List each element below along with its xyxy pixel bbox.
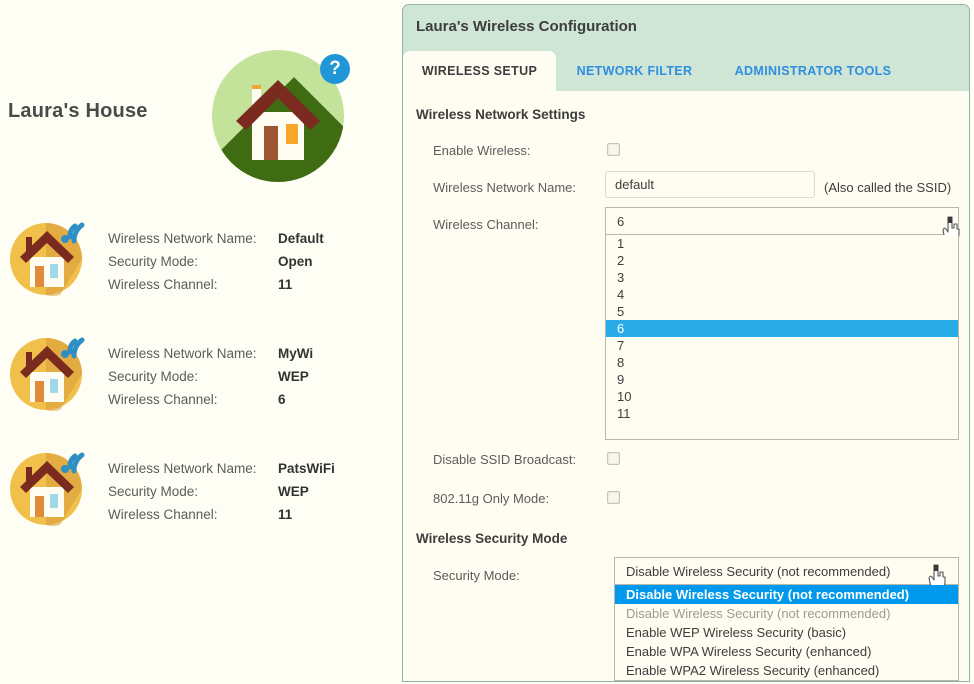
label-disable-ssid-broadcast: Disable SSID Broadcast:	[433, 452, 576, 467]
dropdown-option-channel-7[interactable]: 7	[606, 337, 958, 354]
table-row: Security Mode: WEP	[108, 480, 335, 503]
label-wireless-channel: Wireless Channel:	[108, 392, 278, 407]
panel-header: Laura's Wireless Configuration	[403, 5, 969, 51]
app-root: Laura's House ?	[0, 0, 974, 684]
table-row: Security Mode: Open	[108, 250, 324, 273]
label-security-mode: Security Mode:	[108, 254, 278, 269]
dropdown-option-channel-3[interactable]: 3	[606, 269, 958, 286]
value-wireless-network-name: MyWi	[278, 346, 313, 361]
value-wireless-channel: 11	[278, 507, 292, 522]
select-wireless-channel[interactable]: 6	[605, 207, 959, 235]
label-wireless-channel: Wireless Channel:	[108, 277, 278, 292]
table-row: Wireless Channel: 11	[108, 503, 335, 526]
house-green-circle-icon: ?	[212, 50, 348, 186]
house-wifi-icon	[2, 439, 98, 531]
wireless-configuration-panel: Laura's Wireless Configuration WIRELESS …	[402, 4, 970, 682]
page-title: Laura's House	[8, 100, 208, 123]
table-row: Wireless Network Name: Default	[108, 227, 324, 250]
list-item[interactable]: Wireless Network Name: PatsWiFi Security…	[0, 435, 400, 539]
table-row: Wireless Channel: 6	[108, 388, 313, 411]
table-row: Wireless Network Name: PatsWiFi	[108, 457, 335, 480]
tab-network-filter[interactable]: NETWORK FILTER	[556, 51, 713, 91]
table-row: Wireless Network Name: MyWi	[108, 342, 313, 365]
value-wireless-network-name: PatsWiFi	[278, 461, 335, 476]
label-enable-wireless: Enable Wireless:	[433, 143, 531, 158]
dropdown-option-security-4[interactable]: Enable WPA2 Wireless Security (enhanced)	[615, 661, 958, 680]
label-security-mode: Security Mode:	[108, 484, 278, 499]
label-wireless-network-name: Wireless Network Name:	[108, 346, 278, 361]
label-security-mode: Security Mode:	[108, 369, 278, 384]
label-wireless-channel: Wireless Channel:	[108, 507, 278, 522]
dropdown-option-channel-11[interactable]: 11	[606, 405, 958, 422]
dropdown-security-mode-options[interactable]: Disable Wireless Security (not recommend…	[614, 585, 959, 681]
panel-title: Laura's Wireless Configuration	[416, 18, 637, 35]
ssid-hint-text: (Also called the SSID)	[824, 180, 951, 195]
house-wifi-icon	[2, 209, 98, 301]
network-fields: Wireless Network Name: Default Security …	[108, 227, 324, 296]
label-802-11g-only-mode: 802.11g Only Mode:	[433, 491, 549, 506]
tab-wireless-setup[interactable]: WIRELESS SETUP	[403, 51, 556, 91]
panel-body: Wireless Network Settings Enable Wireles…	[403, 91, 969, 682]
table-row: Wireless Channel: 11	[108, 273, 324, 296]
dropdown-option-channel-8[interactable]: 8	[606, 354, 958, 371]
checkbox-enable-wireless[interactable]	[607, 143, 620, 156]
dropdown-wireless-channel-options[interactable]: 1234567891011	[605, 235, 959, 440]
value-security-mode: WEP	[278, 369, 309, 384]
network-fields: Wireless Network Name: PatsWiFi Security…	[108, 457, 335, 526]
section-title-wireless-security-mode: Wireless Security Mode	[416, 531, 567, 546]
dropdown-option-channel-10[interactable]: 10	[606, 388, 958, 405]
list-item[interactable]: Wireless Network Name: Default Security …	[0, 205, 400, 309]
brand-header: Laura's House ?	[0, 20, 400, 175]
input-wireless-network-name[interactable]: default	[605, 171, 815, 198]
value-wireless-channel: 6	[278, 392, 286, 407]
dropdown-option-security-2[interactable]: Enable WEP Wireless Security (basic)	[615, 623, 958, 642]
label-wireless-network-name: Wireless Network Name:	[433, 180, 576, 195]
dropdown-option-security-3[interactable]: Enable WPA Wireless Security (enhanced)	[615, 642, 958, 661]
value-security-mode: WEP	[278, 484, 309, 499]
sidebar: Laura's House ?	[0, 0, 400, 684]
list-item[interactable]: Wireless Network Name: MyWi Security Mod…	[0, 320, 400, 424]
dropdown-option-channel-5[interactable]: 5	[606, 303, 958, 320]
dropdown-option-channel-9[interactable]: 9	[606, 371, 958, 388]
section-title-network-settings: Wireless Network Settings	[416, 107, 585, 122]
help-icon[interactable]: ?	[320, 54, 350, 84]
network-fields: Wireless Network Name: MyWi Security Mod…	[108, 342, 313, 411]
select-security-mode[interactable]: Disable Wireless Security (not recommend…	[614, 557, 959, 585]
checkbox-disable-ssid-broadcast[interactable]	[607, 452, 620, 465]
label-security-mode: Security Mode:	[433, 568, 520, 583]
house-wifi-icon	[2, 324, 98, 416]
value-security-mode: Open	[278, 254, 313, 269]
label-wireless-channel: Wireless Channel:	[433, 217, 539, 232]
value-wireless-channel: 11	[278, 277, 292, 292]
value-wireless-network-name: Default	[278, 231, 324, 246]
house-illustration	[230, 74, 326, 166]
dropdown-option-channel-6[interactable]: 6	[606, 320, 958, 337]
dropdown-option-security-1[interactable]: Disable Wireless Security (not recommend…	[615, 604, 958, 623]
dropdown-option-channel-4[interactable]: 4	[606, 286, 958, 303]
label-wireless-network-name: Wireless Network Name:	[108, 231, 278, 246]
tab-strip: WIRELESS SETUPNETWORK FILTERADMINISTRATO…	[403, 51, 969, 91]
table-row: Security Mode: WEP	[108, 365, 313, 388]
dropdown-option-channel-2[interactable]: 2	[606, 252, 958, 269]
dropdown-option-channel-1[interactable]: 1	[606, 235, 958, 252]
tab-administrator-tools[interactable]: ADMINISTRATOR TOOLS	[713, 51, 913, 91]
checkbox-802-11g-only-mode[interactable]	[607, 491, 620, 504]
label-wireless-network-name: Wireless Network Name:	[108, 461, 278, 476]
dropdown-option-security-0[interactable]: Disable Wireless Security (not recommend…	[615, 585, 958, 604]
